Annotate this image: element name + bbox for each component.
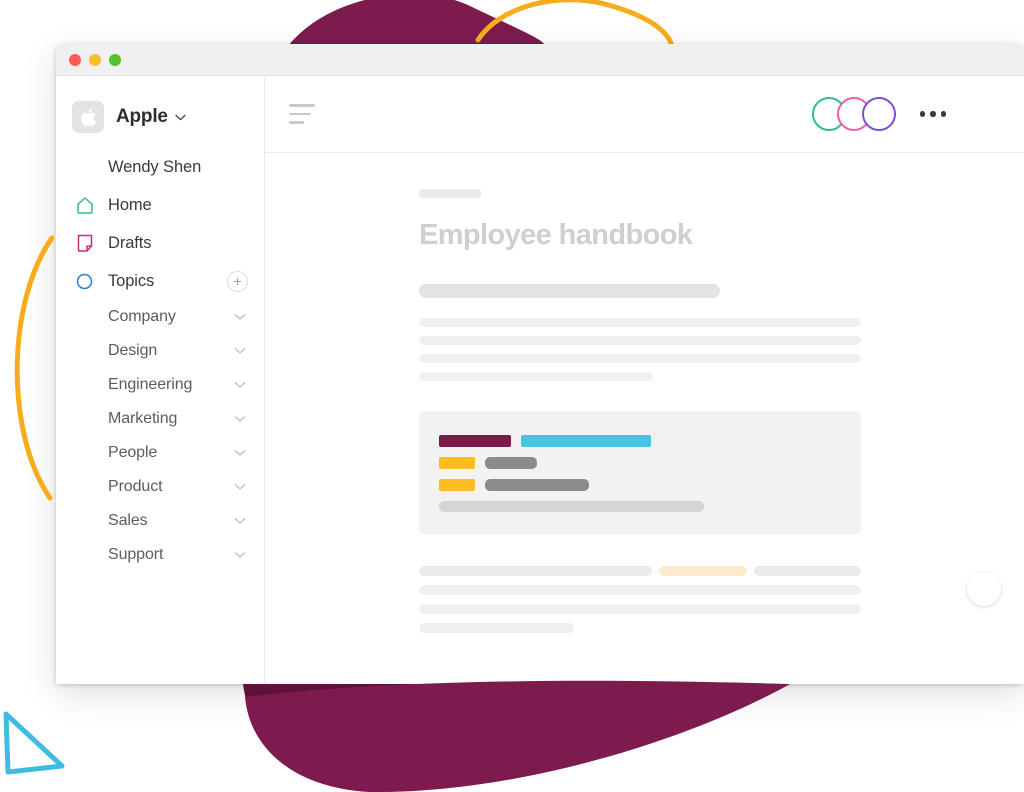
circle-icon [75, 273, 94, 290]
top-bar [265, 76, 1024, 153]
card-row [439, 435, 841, 447]
card-chip-maroon [439, 435, 511, 447]
document-scroll-area[interactable]: Employee handbook [265, 153, 1024, 684]
card-chip-gray [485, 479, 589, 491]
skeleton-line [419, 604, 861, 614]
screenshot-root: Apple Wendy Shen Home Drafts Topics + Co… [0, 0, 1024, 792]
maroon-sweep-dark [243, 684, 790, 792]
topic-item-people[interactable]: People [56, 436, 264, 470]
topic-label: Design [108, 342, 158, 359]
sidebar-item-wendy-shen[interactable]: Wendy Shen [56, 148, 264, 186]
maroon-hill-shape [288, 0, 545, 46]
window-titlebar [56, 44, 1024, 76]
cyan-triangle-outline [3, 711, 65, 775]
topic-label: Product [108, 478, 163, 495]
chevron-down-icon[interactable] [234, 381, 246, 389]
chevron-down-icon[interactable] [234, 449, 246, 457]
card-row [439, 479, 841, 491]
comment-avatar[interactable] [967, 572, 1001, 606]
document-paragraph-2 [419, 566, 861, 633]
document: Employee handbook [419, 153, 1001, 633]
card-chip-gray [485, 457, 537, 469]
workspace-switcher[interactable]: Apple [56, 94, 264, 140]
add-topic-button[interactable]: + [227, 270, 248, 292]
highlight-segment[interactable] [659, 566, 747, 576]
topic-item-support[interactable]: Support [56, 538, 264, 572]
card-footer-bar [439, 501, 705, 512]
chevron-down-icon[interactable] [234, 551, 246, 559]
document-eyebrow-placeholder [419, 189, 481, 198]
highlighted-line [419, 566, 861, 576]
skeleton-line [419, 354, 861, 363]
more-horizontal-icon[interactable] [919, 111, 946, 117]
skeleton-line [419, 318, 861, 327]
topic-label: Company [108, 308, 176, 325]
chevron-down-icon[interactable] [234, 313, 246, 321]
chevron-down-icon[interactable] [234, 517, 246, 525]
card-row [439, 457, 841, 469]
topbar-right-group [811, 94, 1007, 134]
app-window: Apple Wendy Shen Home Drafts Topics + Co… [56, 44, 1024, 684]
content-card[interactable] [419, 411, 861, 534]
topic-label: Marketing [108, 410, 178, 427]
skeleton-line [419, 336, 861, 345]
skeleton-line [419, 372, 654, 381]
sidebar-item-label: Home [108, 195, 152, 214]
chevron-down-icon[interactable] [234, 483, 246, 491]
workspace-name: Apple [116, 106, 168, 127]
minimize-button[interactable] [89, 53, 101, 66]
topic-item-design[interactable]: Design [56, 334, 264, 368]
sidebar: Apple Wendy Shen Home Drafts Topics + Co… [56, 76, 265, 684]
topic-list: Company Design Engineering Marketing Peo… [56, 300, 264, 572]
topic-label: Support [108, 546, 164, 563]
amber-arc-top [475, 0, 675, 49]
sidebar-item-label: Wendy Shen [108, 157, 202, 176]
page-title: Employee handbook [419, 219, 693, 251]
presence-avatars [811, 97, 896, 131]
topic-item-company[interactable]: Company [56, 300, 264, 334]
draft-page-icon [75, 234, 94, 253]
hamburger-menu-icon[interactable] [289, 104, 315, 124]
sidebar-item-home[interactable]: Home [56, 186, 264, 224]
home-icon [75, 196, 94, 215]
topic-label: Engineering [108, 376, 193, 393]
amber-arc-left [14, 235, 55, 501]
card-chip-amber [439, 479, 475, 491]
apple-logo-icon [72, 101, 104, 133]
topic-item-sales[interactable]: Sales [56, 504, 264, 538]
topic-item-engineering[interactable]: Engineering [56, 368, 264, 402]
document-lead-bar [419, 284, 720, 298]
card-chip-amber [439, 457, 475, 469]
close-button[interactable] [69, 53, 81, 66]
topic-label: Sales [108, 512, 148, 529]
card-chip-cyan [521, 435, 651, 447]
topic-item-marketing[interactable]: Marketing [56, 402, 264, 436]
chevron-down-icon [175, 114, 186, 121]
topic-item-product[interactable]: Product [56, 470, 264, 504]
document-paragraph-1 [419, 318, 861, 381]
current-user-avatar[interactable] [966, 94, 1006, 134]
skeleton-line [419, 623, 574, 633]
presence-avatar[interactable] [861, 97, 896, 131]
skeleton-line [419, 585, 861, 595]
sidebar-item-label: Topics [108, 271, 155, 290]
plus-icon: + [233, 273, 242, 289]
sidebar-item-label: Drafts [108, 233, 152, 252]
sidebar-item-topics[interactable]: Topics + [56, 262, 264, 300]
skeleton-segment [419, 566, 653, 576]
topic-label: People [108, 444, 158, 461]
user-avatar-icon [75, 157, 94, 178]
skeleton-segment [753, 566, 861, 576]
sidebar-item-drafts[interactable]: Drafts [56, 224, 264, 262]
main-area: Employee handbook [265, 76, 1024, 684]
maximize-button[interactable] [109, 53, 121, 66]
chevron-down-icon[interactable] [234, 347, 246, 355]
maroon-sweep-light [245, 680, 790, 792]
chevron-down-icon[interactable] [234, 415, 246, 423]
